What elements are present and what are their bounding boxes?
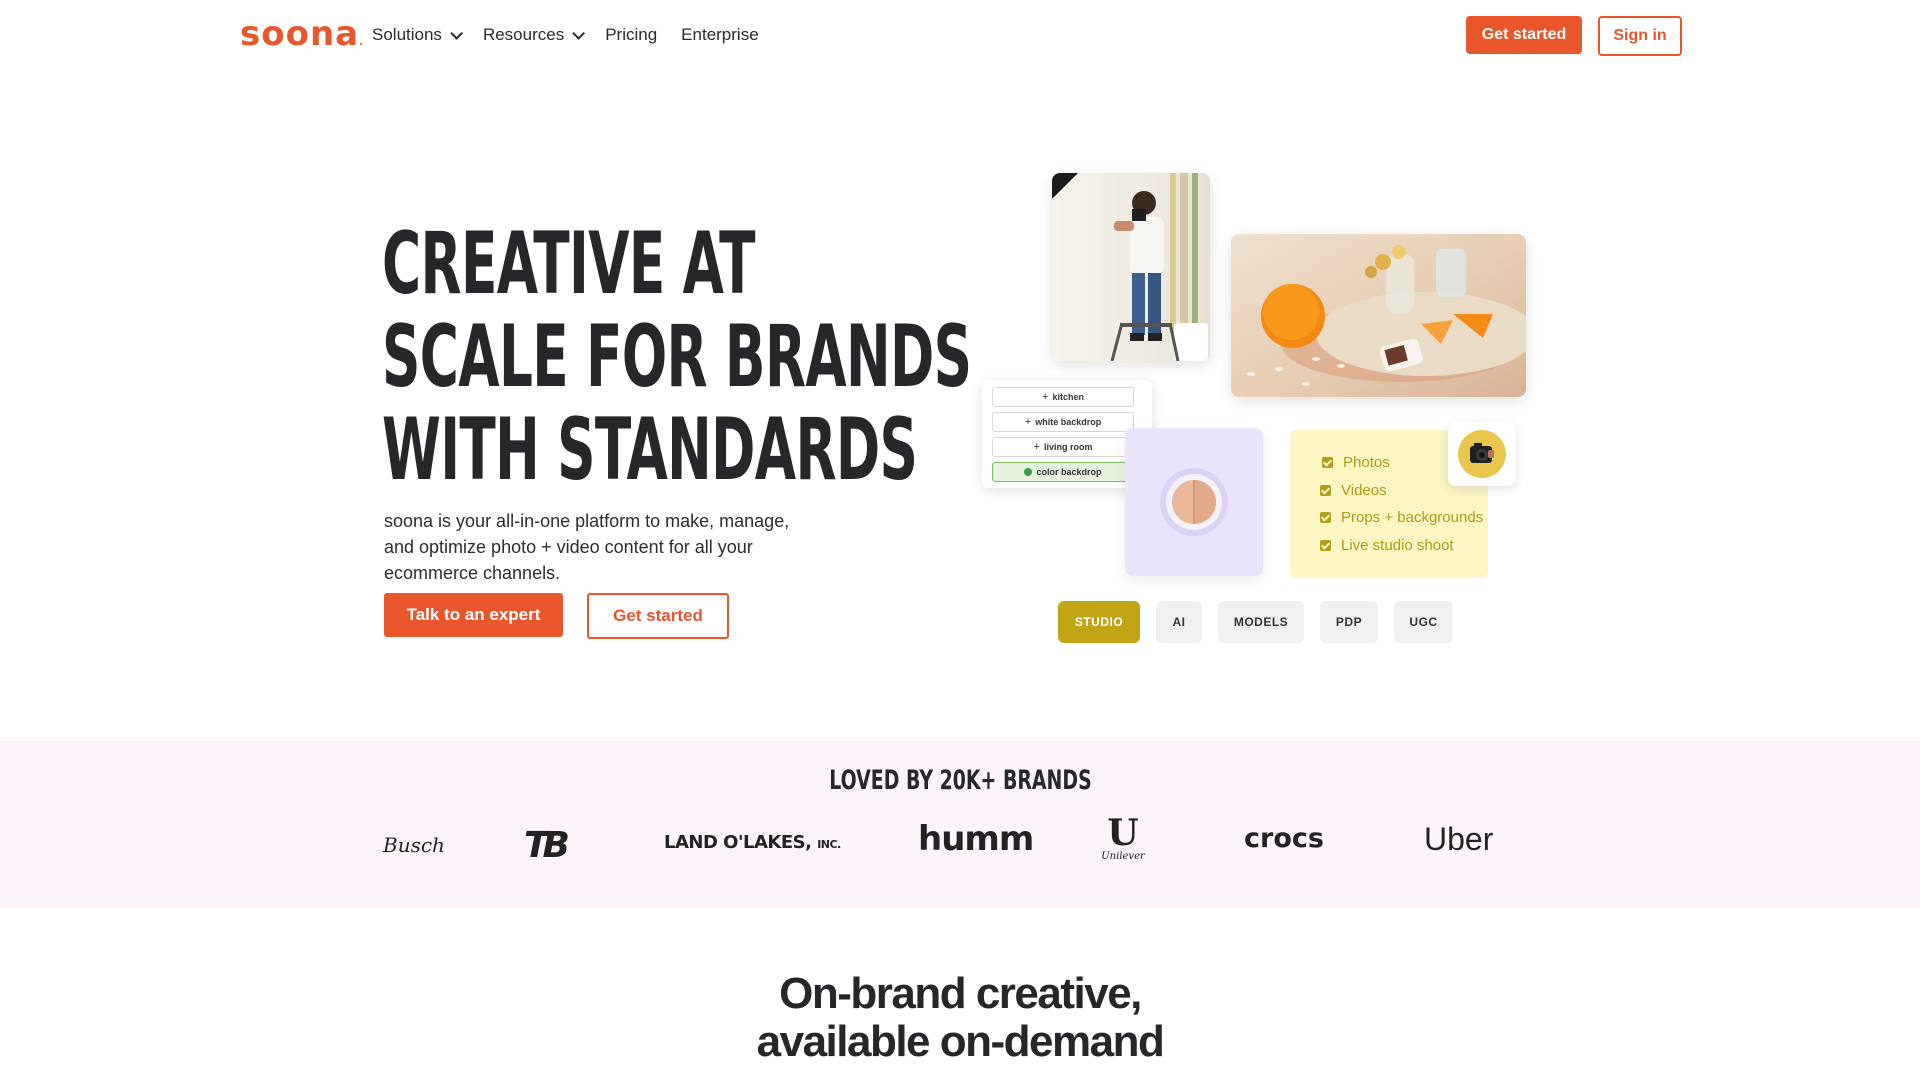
talk-to-expert-button[interactable]: Talk to an expert [384,593,563,637]
hero-headline: CREATIVE AT SCALE FOR BRANDS WITH STANDA… [382,214,972,500]
hero-subcopy: soona is your all-in-one platform to mak… [384,511,790,583]
plus-icon: + [1033,441,1040,453]
checklist-label: Props + backgrounds [1341,509,1484,526]
hero-get-started-button[interactable]: Get started [587,593,729,639]
photographer-photo [1052,173,1210,361]
busch-logo: Busch [383,833,445,857]
brand-logo-strip: LOVED BY 20K+ BRANDS Busch TB LAND O'LAK… [0,737,1920,908]
crocs-logo: crocs [1244,823,1324,854]
tag-white-backdrop[interactable]: + white backdrop [992,412,1134,432]
orange-product-photo [1231,234,1526,397]
menu-resources[interactable]: Resources [482,25,586,45]
menu-enterprise-label: Enterprise [681,25,759,44]
checklist-item-photos[interactable]: Photos [1322,454,1390,471]
checklist-item-videos[interactable]: Videos [1320,482,1387,499]
menu-resources-label: Resources [482,25,565,44]
checklist-item-props[interactable]: Props + backgrounds [1320,509,1483,526]
tag-living-room[interactable]: + living room [992,437,1134,457]
menu-pricing[interactable]: Pricing [605,25,657,45]
uber-logo: Uber [1424,821,1494,857]
tag-kitchen[interactable]: + kitchen [992,387,1134,407]
chevron-down-icon [572,26,586,40]
menu-pricing-label: Pricing [605,25,658,44]
unilever-logo: U Unilever [1098,815,1148,862]
checklist-label: Photos [1343,454,1390,471]
checklist-label: Live studio shoot [1341,537,1454,554]
unilever-wordmark: Unilever [1101,851,1145,862]
checkbox-checked-icon [1320,512,1331,523]
menu-solutions[interactable]: Solutions [372,25,463,45]
checkbox-checked-icon [1320,485,1331,496]
menu-solutions-label: Solutions [372,25,442,44]
tag-label: white backdrop [1035,417,1102,427]
section-title-line-1: On-brand creative, [779,969,1142,1018]
sign-in-button[interactable]: Sign in [1598,16,1682,56]
main-menu: Solutions Resources Pricing Enterprise [372,25,759,45]
chip-models[interactable]: MODELS [1218,601,1304,643]
chevron-down-icon [450,26,463,40]
checkbox-checked-icon [1320,540,1331,551]
chip-studio[interactable]: STUDIO [1058,601,1140,643]
brands-title: LOVED BY 20K+ BRANDS [828,765,1092,796]
soona-logo[interactable]: soona. [240,14,364,54]
chip-pdp[interactable]: PDP [1320,601,1378,643]
nav-get-started-button[interactable]: Get started [1466,16,1582,54]
land-o-lakes-wordmark: LAND O'LAKES, [664,832,812,853]
orange-product-illustration [1247,245,1526,386]
humm-logo: humm [918,819,1034,859]
compact-product-photo [1125,428,1263,576]
camera-icon [1458,430,1506,478]
chip-ai[interactable]: AI [1156,601,1202,643]
chip-ugc[interactable]: UGC [1394,601,1453,643]
camera-badge [1448,422,1516,486]
plus-icon: + [1024,416,1032,428]
hero-headline-line-1: CREATIVE AT [382,214,756,314]
land-o-lakes-logo: LAND O'LAKES, INC. [664,832,841,853]
brands-title-wrap: LOVED BY 20K+ BRANDS [0,765,1920,796]
hero-headline-line-2: SCALE FOR BRANDS [382,307,972,407]
unilever-mark: U [1107,812,1139,854]
menu-enterprise[interactable]: Enterprise [681,25,758,45]
check-circle-icon [1024,468,1033,476]
compact-illustration [1160,468,1228,536]
section-title: On-brand creative, available on-demand [0,970,1920,1066]
hero-headline-line-3: WITH STANDARDS [382,400,918,500]
plus-icon: + [1042,391,1049,403]
tag-label: color backdrop [1036,467,1102,477]
photographer-illustration [1052,173,1208,361]
checklist-item-live-shoot[interactable]: Live studio shoot [1320,537,1454,554]
tb12-logo: TB [524,825,570,866]
tag-label: kitchen [1052,392,1084,402]
tag-color-backdrop[interactable]: color backdrop [992,462,1134,482]
section-title-line-2: available on-demand [756,1017,1165,1066]
checklist-label: Videos [1341,482,1387,499]
tag-label: living room [1043,442,1093,452]
category-chips: STUDIO AI MODELS PDP UGC [1058,601,1453,643]
land-o-lakes-suffix: INC. [817,838,841,851]
checkbox-checked-icon [1322,457,1333,468]
top-nav: soona. Solutions Resources Pricing Enter… [0,0,1920,72]
